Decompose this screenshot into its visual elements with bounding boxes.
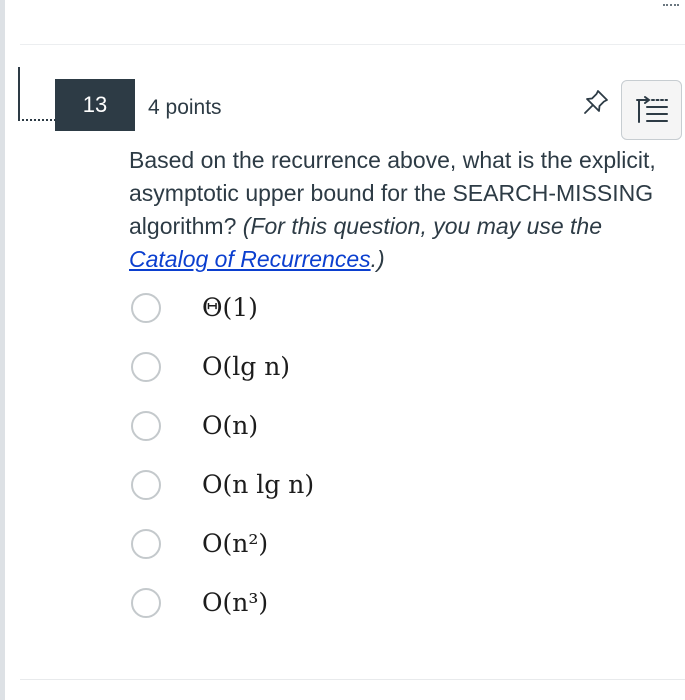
bottom-divider <box>20 679 685 680</box>
question-text: Based on the recurrence above, what is t… <box>129 144 677 276</box>
pin-button[interactable] <box>580 86 612 118</box>
answer-radio[interactable] <box>131 352 161 382</box>
answer-option-o-n-cubed[interactable]: O(n³) <box>131 584 651 643</box>
answer-radio[interactable] <box>131 470 161 500</box>
answer-label: Θ(1) <box>202 293 258 322</box>
answer-option-o-n-squared[interactable]: O(n²) <box>131 525 651 584</box>
answer-label: O(n lg n) <box>202 470 315 499</box>
question-menu-button[interactable] <box>621 80 682 140</box>
answer-label: O(n) <box>202 411 259 440</box>
answer-option-o-lg-n[interactable]: O(lg n) <box>131 348 651 407</box>
answer-radio[interactable] <box>131 293 161 323</box>
answer-radio[interactable] <box>131 529 161 559</box>
catalog-of-recurrences-link[interactable]: Catalog of Recurrences <box>129 246 371 272</box>
answer-radio[interactable] <box>131 411 161 441</box>
answer-option-o-n-lg-n[interactable]: O(n lg n) <box>131 466 651 525</box>
answer-list: Θ(1) O(lg n) O(n) O(n lg n) O(n²) O(n³) <box>131 289 651 643</box>
list-menu-icon <box>635 96 668 123</box>
question-note-suffix: .) <box>370 246 385 272</box>
question-points: 4 points <box>148 96 222 119</box>
answer-label: O(n²) <box>202 529 269 558</box>
corner-dots-icon <box>663 0 679 6</box>
question-number: 13 <box>82 92 108 117</box>
answer-radio[interactable] <box>131 588 161 618</box>
question-flag-marker <box>18 67 56 121</box>
page-left-border <box>0 0 5 700</box>
answer-option-theta-1[interactable]: Θ(1) <box>131 289 651 348</box>
question-note-prefix: (For this question, you may use the <box>242 213 603 239</box>
pin-icon <box>584 90 608 114</box>
answer-label: O(lg n) <box>202 352 291 381</box>
question-number-badge: 13 <box>55 79 135 131</box>
top-divider <box>20 44 685 45</box>
answer-option-o-n[interactable]: O(n) <box>131 407 651 466</box>
answer-label: O(n³) <box>202 588 269 617</box>
